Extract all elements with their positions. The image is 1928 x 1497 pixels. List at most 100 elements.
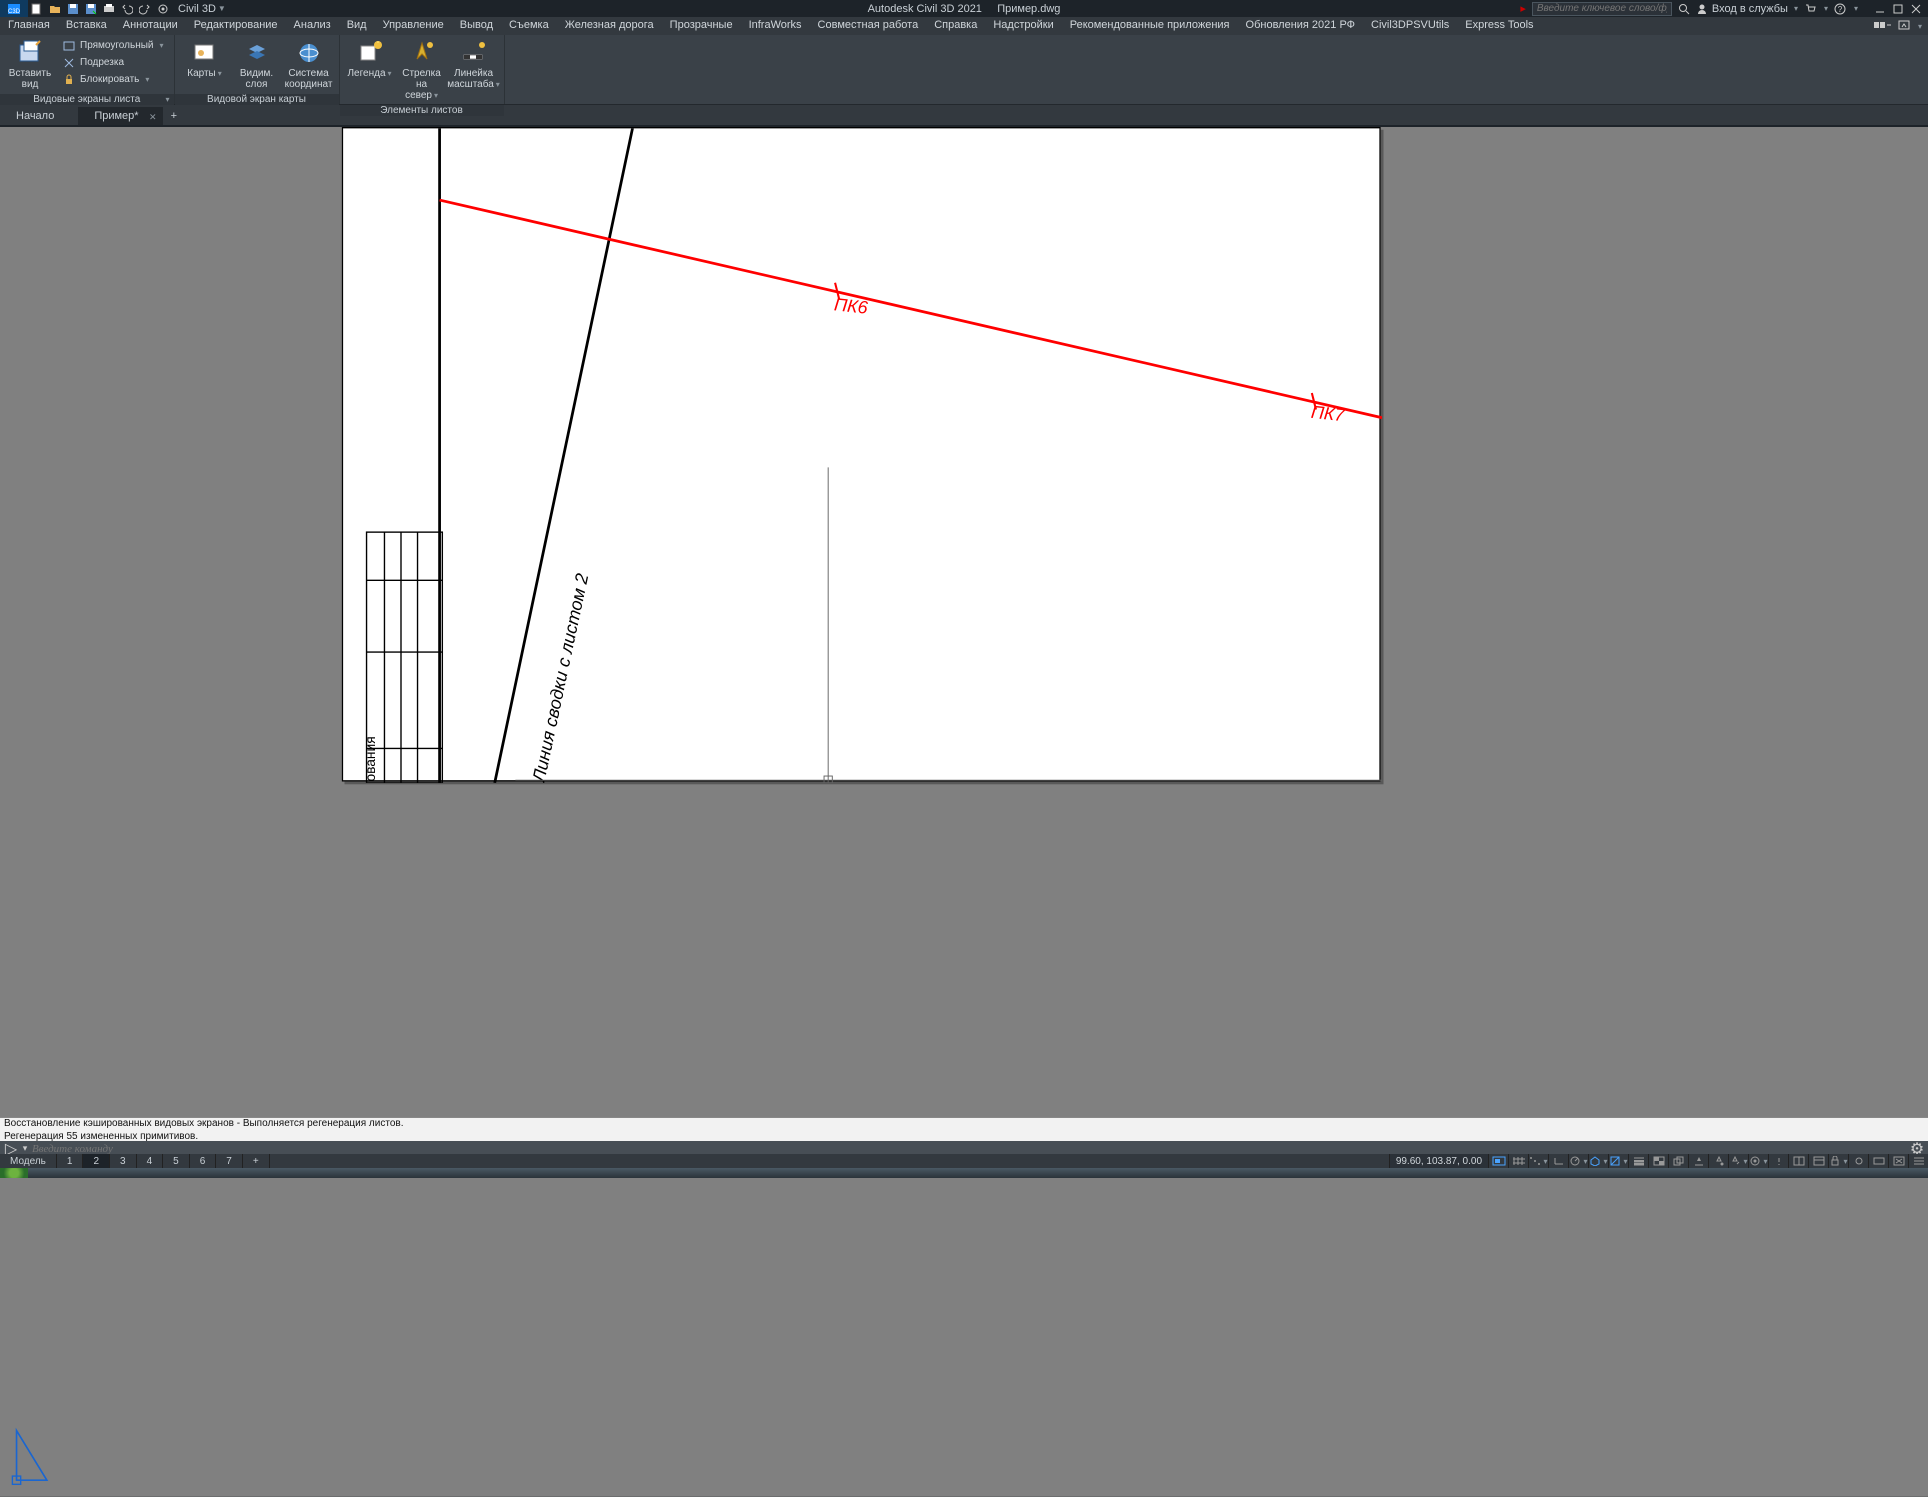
doc-tab-add[interactable]: + xyxy=(163,107,185,125)
polar-toggle[interactable]: ▾ xyxy=(1568,1154,1588,1168)
layout-tab-2[interactable]: 2 xyxy=(83,1154,110,1168)
help-icon[interactable]: ? xyxy=(1834,3,1846,15)
isodraft-toggle[interactable]: ▾ xyxy=(1588,1154,1608,1168)
cmd-recent-icon[interactable]: ▾ xyxy=(18,1143,32,1154)
os-taskbar[interactable] xyxy=(0,1168,1928,1178)
minimize-button[interactable] xyxy=(1872,2,1888,16)
tab-home[interactable]: Главная xyxy=(0,17,58,35)
close-tab-icon[interactable]: ✕ xyxy=(149,112,157,123)
workspace-dropdown-icon[interactable]: ▼ xyxy=(218,4,226,13)
north-arrow-button[interactable]: Стрелкана север▾ xyxy=(398,37,446,103)
clean-screen[interactable] xyxy=(1888,1154,1908,1168)
units-toggle[interactable] xyxy=(1788,1154,1808,1168)
tab-collab[interactable]: Совместная работа xyxy=(810,17,927,35)
legend-button[interactable]: Легенда▾ xyxy=(346,37,394,81)
ribbon-collapse-icon[interactable] xyxy=(1898,20,1910,33)
lineweight-toggle[interactable] xyxy=(1628,1154,1648,1168)
clip-icon xyxy=(62,56,76,70)
maps-button[interactable]: Карты▾ xyxy=(181,37,229,81)
lock-icon xyxy=(62,73,76,87)
tab-output[interactable]: Вывод xyxy=(452,17,501,35)
osnap-toggle[interactable]: ▾ xyxy=(1608,1154,1628,1168)
tab-updates[interactable]: Обновления 2021 РФ xyxy=(1238,17,1364,35)
workspace-switch[interactable]: ▾ xyxy=(1748,1154,1768,1168)
qat-save-icon[interactable] xyxy=(64,0,82,17)
transparency-toggle[interactable] xyxy=(1648,1154,1668,1168)
doc-tab-active[interactable]: Пример*✕ xyxy=(78,107,162,125)
panel-title-3: Элементы листов xyxy=(380,105,463,116)
snap-toggle[interactable]: ▾ xyxy=(1528,1154,1548,1168)
layout-status-bar: Модель 1 2 3 4 5 6 7 + 99.60, 103.87, 0.… xyxy=(0,1154,1928,1168)
tab-analyze[interactable]: Анализ xyxy=(286,17,339,35)
tab-featured[interactable]: Рекомендованные приложения xyxy=(1062,17,1238,35)
tab-addins[interactable]: Надстройки xyxy=(985,17,1061,35)
anno-visibility[interactable] xyxy=(1708,1154,1728,1168)
cart-icon[interactable] xyxy=(1804,3,1816,15)
qat-undo-icon[interactable] xyxy=(118,0,136,17)
doc-tab-start[interactable]: Начало xyxy=(0,107,78,125)
qat-new-icon[interactable] xyxy=(28,0,46,17)
tab-express[interactable]: Express Tools xyxy=(1457,17,1541,35)
close-button[interactable] xyxy=(1908,2,1924,16)
annotation-scale[interactable] xyxy=(1688,1154,1708,1168)
tab-rail[interactable]: Железная дорога xyxy=(557,17,662,35)
panel-expand-icon[interactable]: ▾ xyxy=(166,95,170,104)
user-icon xyxy=(1696,3,1708,15)
panel-cycle-icon[interactable] xyxy=(1874,20,1892,33)
tab-psvutils[interactable]: Civil3DPSVUtils xyxy=(1363,17,1457,35)
layout-tab-model[interactable]: Модель xyxy=(0,1154,57,1168)
tab-view[interactable]: Вид xyxy=(339,17,375,35)
drawing-area[interactable]: ПК6 ПК7 Линия сводки с листом 2 ования xyxy=(0,127,1928,1497)
layout-tab-3[interactable]: 3 xyxy=(110,1154,137,1168)
tab-manage[interactable]: Управление xyxy=(375,17,452,35)
layer-visibility-button[interactable]: Видим.слоя xyxy=(233,37,281,92)
layout-tab-add[interactable]: + xyxy=(243,1154,270,1168)
qat-plot-icon[interactable] xyxy=(100,0,118,17)
anno-monitor[interactable] xyxy=(1768,1154,1788,1168)
tab-annotate[interactable]: Аннотации xyxy=(115,17,186,35)
isolate-objects[interactable] xyxy=(1848,1154,1868,1168)
search-icon[interactable] xyxy=(1678,3,1690,15)
start-button[interactable] xyxy=(0,1168,28,1178)
qat-gear-icon[interactable] xyxy=(154,0,172,17)
qat-redo-icon[interactable] xyxy=(136,0,154,17)
customize-status[interactable] xyxy=(1908,1154,1928,1168)
tab-help[interactable]: Справка xyxy=(926,17,985,35)
maximize-button[interactable] xyxy=(1890,2,1906,16)
command-input[interactable] xyxy=(32,1143,1910,1155)
layout-tab-6[interactable]: 6 xyxy=(190,1154,217,1168)
quick-properties[interactable] xyxy=(1808,1154,1828,1168)
layout-tab-5[interactable]: 5 xyxy=(163,1154,190,1168)
autoscale[interactable]: ▾ xyxy=(1728,1154,1748,1168)
insert-view-label: Вставить вид xyxy=(8,68,52,90)
signin-button[interactable]: Вход в службы ▾ xyxy=(1696,3,1798,15)
north-arrow-icon xyxy=(408,39,436,67)
layout-tab-1[interactable]: 1 xyxy=(57,1154,84,1168)
lock-ui[interactable]: ▾ xyxy=(1828,1154,1848,1168)
qat-saveas-icon[interactable] xyxy=(82,0,100,17)
layout-tab-4[interactable]: 4 xyxy=(137,1154,164,1168)
tab-modify[interactable]: Редактирование xyxy=(186,17,286,35)
grid-toggle[interactable] xyxy=(1508,1154,1528,1168)
scale-bar-button[interactable]: Линейкамасштаба▾ xyxy=(450,37,498,92)
tab-transparent[interactable]: Прозрачные xyxy=(662,17,741,35)
app-menu-button[interactable]: C3D xyxy=(0,0,28,17)
hardware-accel[interactable] xyxy=(1868,1154,1888,1168)
lock-viewport-button[interactable]: Блокировать▾ xyxy=(58,71,168,88)
selection-cycling[interactable] xyxy=(1668,1154,1688,1168)
workspace-label[interactable]: Civil 3D xyxy=(178,3,216,15)
clip-viewport-button[interactable]: Подрезка xyxy=(58,54,168,71)
search-input[interactable] xyxy=(1532,2,1672,16)
rect-viewport-button[interactable]: Прямоугольный▾ xyxy=(58,37,168,54)
tab-insert[interactable]: Вставка xyxy=(58,17,115,35)
paper-model-toggle[interactable] xyxy=(1488,1154,1508,1168)
help-arrow-icon: ▸ xyxy=(1520,2,1526,15)
tab-infraworks[interactable]: InfraWorks xyxy=(741,17,810,35)
coord-system-button[interactable]: Системакоординат xyxy=(285,37,333,92)
layout-tab-7[interactable]: 7 xyxy=(216,1154,243,1168)
ortho-toggle[interactable] xyxy=(1548,1154,1568,1168)
qat-open-icon[interactable] xyxy=(46,0,64,17)
cond-label: ования xyxy=(363,736,378,781)
tab-survey[interactable]: Съемка xyxy=(501,17,557,35)
insert-view-button[interactable]: Вставить вид xyxy=(6,37,54,92)
